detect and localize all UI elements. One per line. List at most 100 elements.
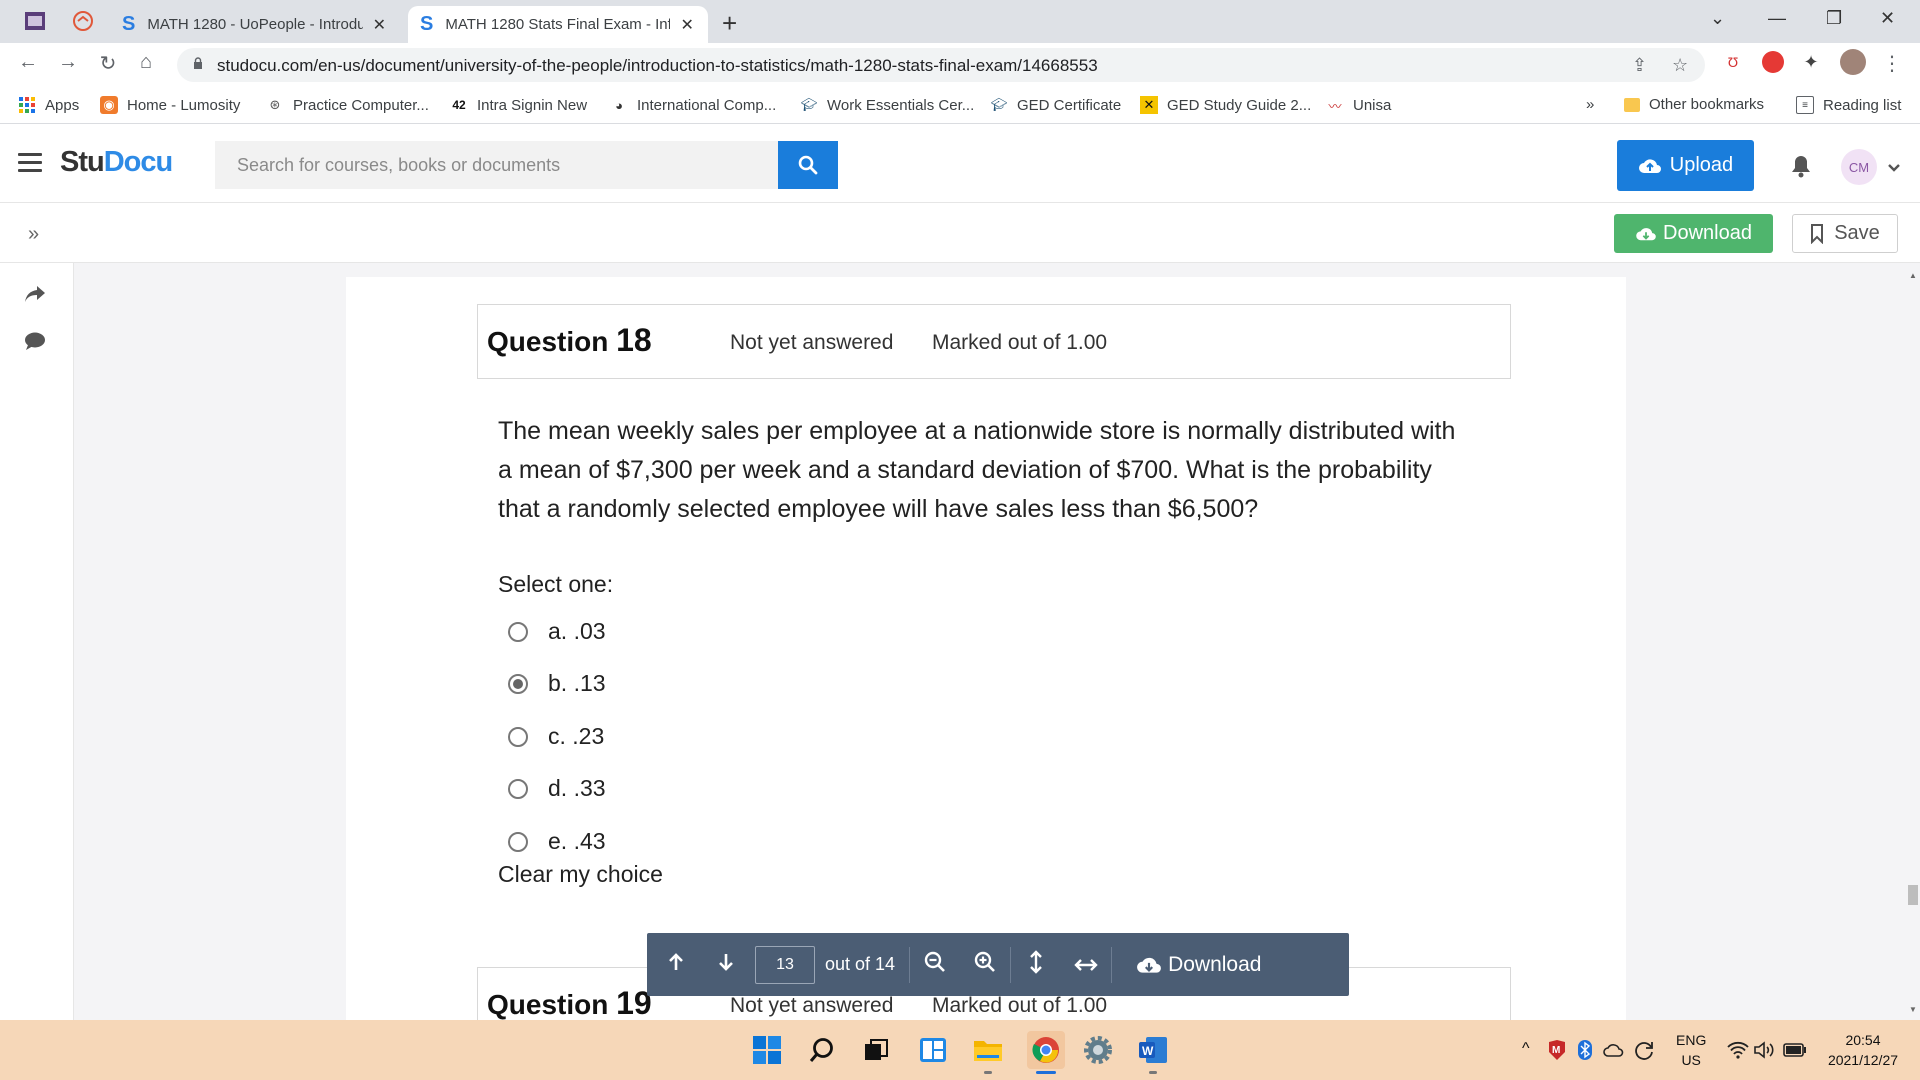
bookmark-label: Unisa [1353, 96, 1392, 114]
bookmark-unisa[interactable]: 〰 Unisa [1326, 96, 1391, 114]
zoom-out-icon[interactable] [910, 951, 960, 979]
answer-option-c[interactable]: c. .23 [508, 723, 604, 750]
extensions-puzzle-icon[interactable]: ✦ [1800, 51, 1822, 73]
volume-icon[interactable] [1752, 1035, 1776, 1065]
comment-bubble-icon[interactable] [24, 331, 46, 356]
tab-math1280-uopeople[interactable]: S MATH 1280 - UoPeople - Introdu ✕ [110, 6, 400, 43]
scrollbar-thumb[interactable] [1908, 885, 1918, 905]
task-view-icon[interactable] [861, 1035, 891, 1065]
clock[interactable]: 20:54 2021/12/27 [1822, 1030, 1904, 1070]
search-icon[interactable] [807, 1035, 837, 1065]
back-arrow-icon[interactable]: ← [14, 51, 42, 74]
profile-avatar[interactable] [1840, 49, 1866, 75]
expand-sidebar-chevrons-icon[interactable]: » [28, 223, 39, 246]
radio-button[interactable] [508, 831, 528, 852]
onedrive-cloud-icon[interactable] [1602, 1035, 1626, 1065]
fit-height-icon[interactable] [1011, 949, 1061, 980]
page-number-input[interactable] [755, 945, 815, 984]
bookmark-apps[interactable]: Apps [18, 96, 79, 114]
widgets-icon[interactable] [918, 1035, 948, 1065]
show-hidden-icons-chevron[interactable]: ^ [1522, 1039, 1530, 1059]
radio-button[interactable] [508, 778, 528, 799]
grad-cap-icon: 🎓︎ [990, 97, 1008, 112]
pinned-tab-app-icon[interactable] [20, 6, 50, 36]
settings-gear-icon[interactable] [1083, 1035, 1113, 1065]
close-window-icon[interactable]: ✕ [1880, 8, 1895, 29]
fit-width-icon[interactable] [1061, 952, 1111, 978]
close-tab-icon[interactable]: ✕ [678, 15, 696, 35]
save-button[interactable]: Save [1792, 214, 1898, 253]
previous-page-arrow-icon[interactable] [651, 952, 701, 978]
pinned-tab-uopeople-icon[interactable] [68, 6, 98, 36]
bookmark-label: Practice Computer... [293, 96, 429, 114]
address-bar[interactable]: studocu.com/en-us/document/university-of… [177, 48, 1705, 82]
scroll-up-arrow-icon[interactable]: ▲ [1909, 271, 1917, 280]
tab-search-chevron-icon[interactable]: ⌄ [1710, 8, 1725, 29]
forward-arrow-icon[interactable]: → [54, 51, 82, 74]
bookmark-other-bookmarks[interactable]: Other bookmarks [1624, 96, 1764, 113]
toolbar-download-button[interactable]: Download [1136, 953, 1261, 977]
bookmark-work-essentials[interactable]: 🎓︎ Work Essentials Cer... [800, 96, 975, 114]
browser-toolbar: ← → ↻ ⌂ studocu.com/en-us/document/unive… [0, 43, 1920, 87]
globe-icon: ◕ [615, 97, 623, 113]
windows-start-icon[interactable] [752, 1035, 782, 1065]
hamburger-menu-icon[interactable] [18, 153, 42, 172]
document-viewer[interactable]: Question 18 Not yet answered Marked out … [74, 263, 1906, 1020]
more-bookmarks-chevron[interactable]: » [1586, 96, 1594, 113]
studocu-logo[interactable]: StuDocu [60, 146, 173, 179]
search-field[interactable] [215, 141, 778, 189]
search-input[interactable] [215, 141, 778, 189]
bookmark-practice-computer[interactable]: ⊛ Practice Computer... [266, 96, 429, 114]
extension-u-icon[interactable]: Ʊ [1722, 51, 1744, 73]
share-icon[interactable]: ⇪ [1632, 55, 1647, 76]
windows-taskbar: W ^ M ENG US 20:54 2021/12/27 [0, 1020, 1920, 1080]
scroll-down-arrow-icon[interactable]: ▼ [1909, 1005, 1917, 1014]
chrome-menu-icon[interactable]: ⋮ [1878, 51, 1906, 76]
answer-option-d[interactable]: d. .33 [508, 775, 606, 802]
wifi-icon[interactable] [1726, 1035, 1750, 1065]
search-button[interactable] [778, 141, 838, 189]
answer-option-b[interactable]: b. .13 [508, 670, 606, 697]
viewer-scrollbar[interactable]: ▲ ▼ [1906, 263, 1920, 1020]
download-button[interactable]: Download [1614, 214, 1773, 253]
bookmark-ged-certificate[interactable]: 🎓︎ GED Certificate [990, 96, 1121, 114]
close-tab-icon[interactable]: ✕ [371, 15, 388, 35]
sync-icon[interactable] [1632, 1035, 1656, 1065]
bookmark-lumosity[interactable]: ◉ Home - Lumosity [100, 96, 240, 114]
radio-button[interactable] [508, 726, 528, 747]
bookmark-ged-study-guide[interactable]: ✕ GED Study Guide 2... [1140, 96, 1311, 114]
file-explorer-icon[interactable] [973, 1035, 1003, 1065]
zoom-in-icon[interactable] [960, 951, 1010, 979]
battery-icon[interactable] [1782, 1035, 1808, 1065]
bookmark-star-icon[interactable]: ☆ [1672, 55, 1688, 76]
home-icon[interactable]: ⌂ [132, 51, 160, 74]
input-language[interactable]: ENG US [1676, 1030, 1706, 1070]
reading-list[interactable]: ≡ Reading list [1796, 96, 1901, 114]
chevron-down-icon[interactable] [1888, 159, 1900, 177]
question-title: Question 18 [487, 322, 652, 359]
radio-button[interactable] [508, 621, 528, 642]
word-icon[interactable]: W [1138, 1035, 1168, 1065]
tab-stats-final-exam[interactable]: S MATH 1280 Stats Final Exam - Inf ✕ [408, 6, 708, 43]
minimize-icon[interactable]: — [1768, 8, 1786, 29]
reload-icon[interactable]: ↻ [94, 51, 122, 76]
bookmark-intra-signin[interactable]: 42 Intra Signin New [450, 96, 587, 114]
mcafee-icon[interactable]: M [1546, 1035, 1568, 1065]
next-page-arrow-icon[interactable] [701, 952, 751, 978]
opera-o-icon[interactable] [1762, 51, 1784, 73]
radio-button-selected[interactable] [508, 673, 528, 694]
bluetooth-icon[interactable] [1574, 1035, 1596, 1065]
upload-button[interactable]: Upload [1617, 140, 1754, 191]
restore-icon[interactable]: ❐ [1826, 8, 1842, 29]
notifications-bell-icon[interactable] [1790, 154, 1812, 183]
chrome-icon[interactable] [1027, 1031, 1065, 1069]
answer-option-e[interactable]: e. .43 [508, 828, 606, 855]
share-arrow-icon[interactable] [24, 285, 46, 308]
answer-option-a[interactable]: a. .03 [508, 618, 606, 645]
bookmark-label: Apps [45, 96, 80, 114]
clear-choice-link[interactable]: Clear my choice [498, 861, 663, 888]
new-tab-plus-icon[interactable]: + [722, 8, 737, 39]
tab-title: MATH 1280 Stats Final Exam - Inf [445, 16, 671, 33]
user-avatar[interactable]: CM [1841, 149, 1877, 185]
bookmark-international-comp[interactable]: ◕ International Comp... [610, 96, 776, 114]
